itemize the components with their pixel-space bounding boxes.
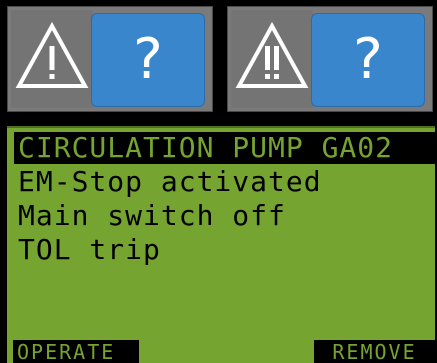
question-mark-icon: ? xyxy=(133,27,163,92)
alarm-message: EM-Stop activated xyxy=(18,165,322,198)
question-mark-icon: ? xyxy=(353,27,383,92)
alarm-header: ? ? xyxy=(0,0,437,118)
device-title: CIRCULATION PUMP GA02 xyxy=(14,132,435,164)
remove-softkey[interactable]: REMOVE xyxy=(314,340,435,363)
warning-indicator xyxy=(11,10,93,108)
help-button[interactable]: ? xyxy=(91,13,205,107)
alarm-message: Main switch off xyxy=(18,199,286,232)
warning-triangle-exclamation-icon xyxy=(15,21,89,88)
lcd-message-display: CIRCULATION PUMP GA02 EM-Stop activated … xyxy=(7,126,435,363)
alarm-panel-general: ? xyxy=(7,6,213,112)
operate-softkey[interactable]: OPERATE xyxy=(13,340,139,363)
help-button[interactable]: ? xyxy=(311,13,425,107)
warning-triangle-double-exclamation-icon xyxy=(235,21,309,88)
alarm-message: TOL trip xyxy=(18,233,161,266)
warning-indicator xyxy=(231,10,313,108)
hmi-screen: ? ? CIRCULATION PUMP GA02 EM-Stop activa… xyxy=(0,0,437,363)
alarm-panel-critical: ? xyxy=(227,6,433,112)
